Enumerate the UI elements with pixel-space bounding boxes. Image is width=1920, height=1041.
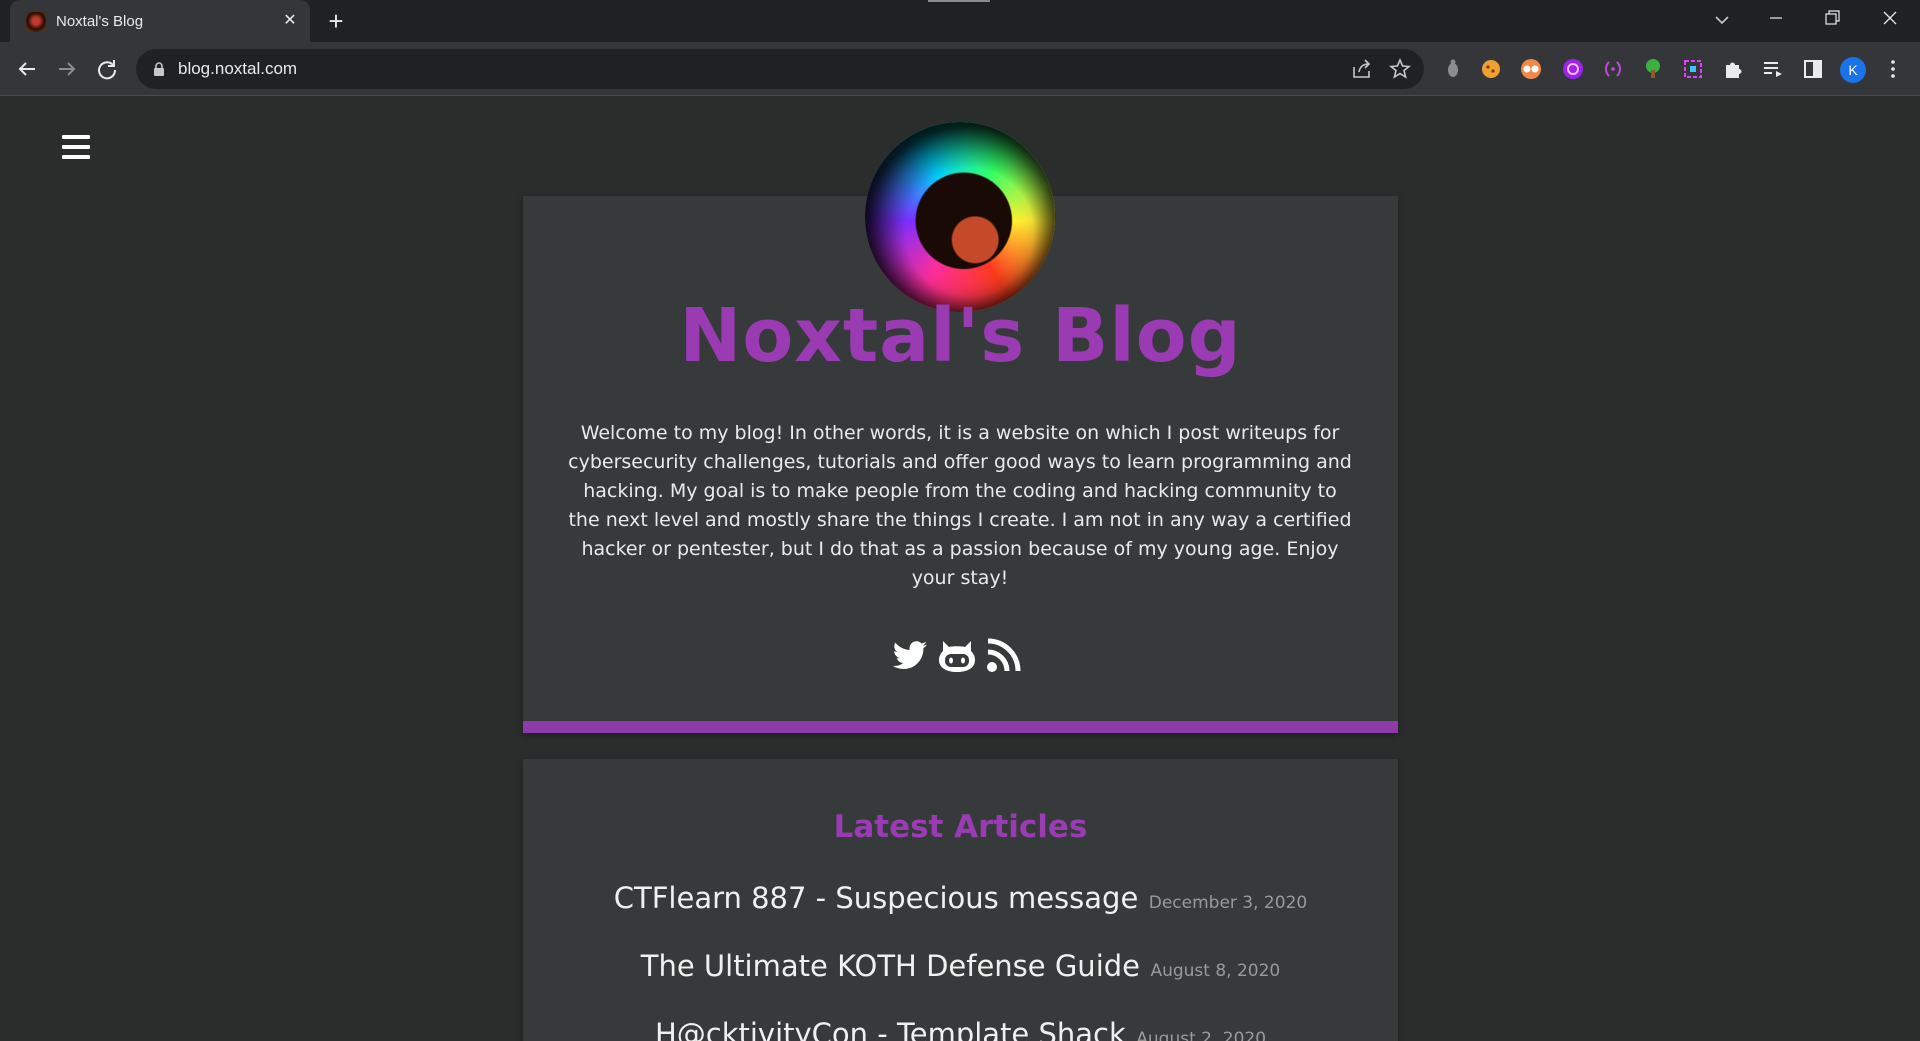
purple-circle-icon[interactable]	[1560, 56, 1586, 82]
article-item[interactable]: CTFlearn 887 - Suspecious message Decemb…	[523, 881, 1398, 915]
restore-window-icon[interactable]	[1804, 0, 1860, 38]
article-title-link[interactable]: CTFlearn 887 - Suspecious message	[614, 881, 1139, 915]
tab-title: Noxtal's Blog	[56, 13, 144, 30]
bookmark-star-icon[interactable]	[1388, 57, 1412, 81]
reload-icon[interactable]	[92, 54, 122, 84]
media-queue-icon[interactable]	[1760, 56, 1786, 82]
address-bar[interactable]: blog.noxtal.com	[136, 49, 1424, 89]
puzzle-extensions-icon[interactable]	[1720, 56, 1746, 82]
page-content: Noxtal's Blog Welcome to my blog! In oth…	[0, 97, 1920, 1041]
profile-picture	[865, 122, 1055, 312]
browser-toolbar: blog.noxtal.com K	[0, 42, 1920, 96]
article-title-link[interactable]: The Ultimate KOTH Defense Guide	[641, 949, 1140, 983]
article-date: August 8, 2020	[1150, 961, 1281, 981]
new-tab-button[interactable]: +	[322, 7, 350, 35]
share-icon[interactable]	[1350, 57, 1374, 81]
hero-accent-bar	[523, 721, 1398, 733]
active-tab[interactable]: Noxtal's Blog ✕	[10, 0, 310, 42]
minimize-window-icon[interactable]	[1748, 0, 1804, 38]
tab-search-chevron-icon[interactable]	[1708, 6, 1736, 34]
article-item[interactable]: H@cktivityCon - Template Shack August 2,…	[523, 1017, 1398, 1041]
hamburger-menu-icon[interactable]	[62, 135, 90, 159]
latest-articles-card: Latest Articles CTFlearn 887 - Suspeciou…	[523, 759, 1398, 1041]
window-drag-indicator	[928, 0, 990, 2]
article-item[interactable]: The Ultimate KOTH Defense Guide August 8…	[523, 949, 1398, 983]
social-links	[890, 635, 1030, 675]
site-title: Noxtal's Blog	[679, 293, 1242, 379]
twitter-icon[interactable]	[890, 635, 930, 675]
more-menu-icon[interactable]	[1880, 56, 1906, 82]
url-text[interactable]: blog.noxtal.com	[178, 59, 297, 79]
close-tab-icon[interactable]: ✕	[278, 9, 302, 33]
brackets-icon[interactable]	[1600, 56, 1626, 82]
forward-arrow-icon[interactable]	[52, 54, 82, 84]
glasses-icon[interactable]	[1518, 56, 1544, 82]
article-date: August 2, 2020	[1136, 1029, 1267, 1041]
extension-icon[interactable]	[1440, 56, 1466, 82]
lock-icon[interactable]	[152, 61, 166, 77]
site-favicon-icon	[26, 12, 46, 32]
profile-avatar[interactable]: K	[1840, 57, 1866, 83]
cookie-icon[interactable]	[1478, 56, 1504, 82]
intro-text: Welcome to my blog! In other words, it i…	[568, 422, 1352, 589]
article-title-link[interactable]: H@cktivityCon - Template Shack	[655, 1017, 1126, 1041]
latest-articles-heading: Latest Articles	[833, 809, 1088, 845]
tree-icon[interactable]	[1640, 56, 1666, 82]
side-panel-icon[interactable]	[1800, 56, 1826, 82]
github-icon[interactable]	[937, 635, 977, 675]
rss-icon[interactable]	[984, 635, 1024, 675]
tab-strip: Noxtal's Blog ✕ +	[0, 0, 1920, 42]
back-arrow-icon[interactable]	[12, 54, 42, 84]
color-picker-icon[interactable]	[1680, 56, 1706, 82]
article-date: December 3, 2020	[1148, 893, 1308, 913]
close-window-icon[interactable]	[1862, 0, 1918, 38]
